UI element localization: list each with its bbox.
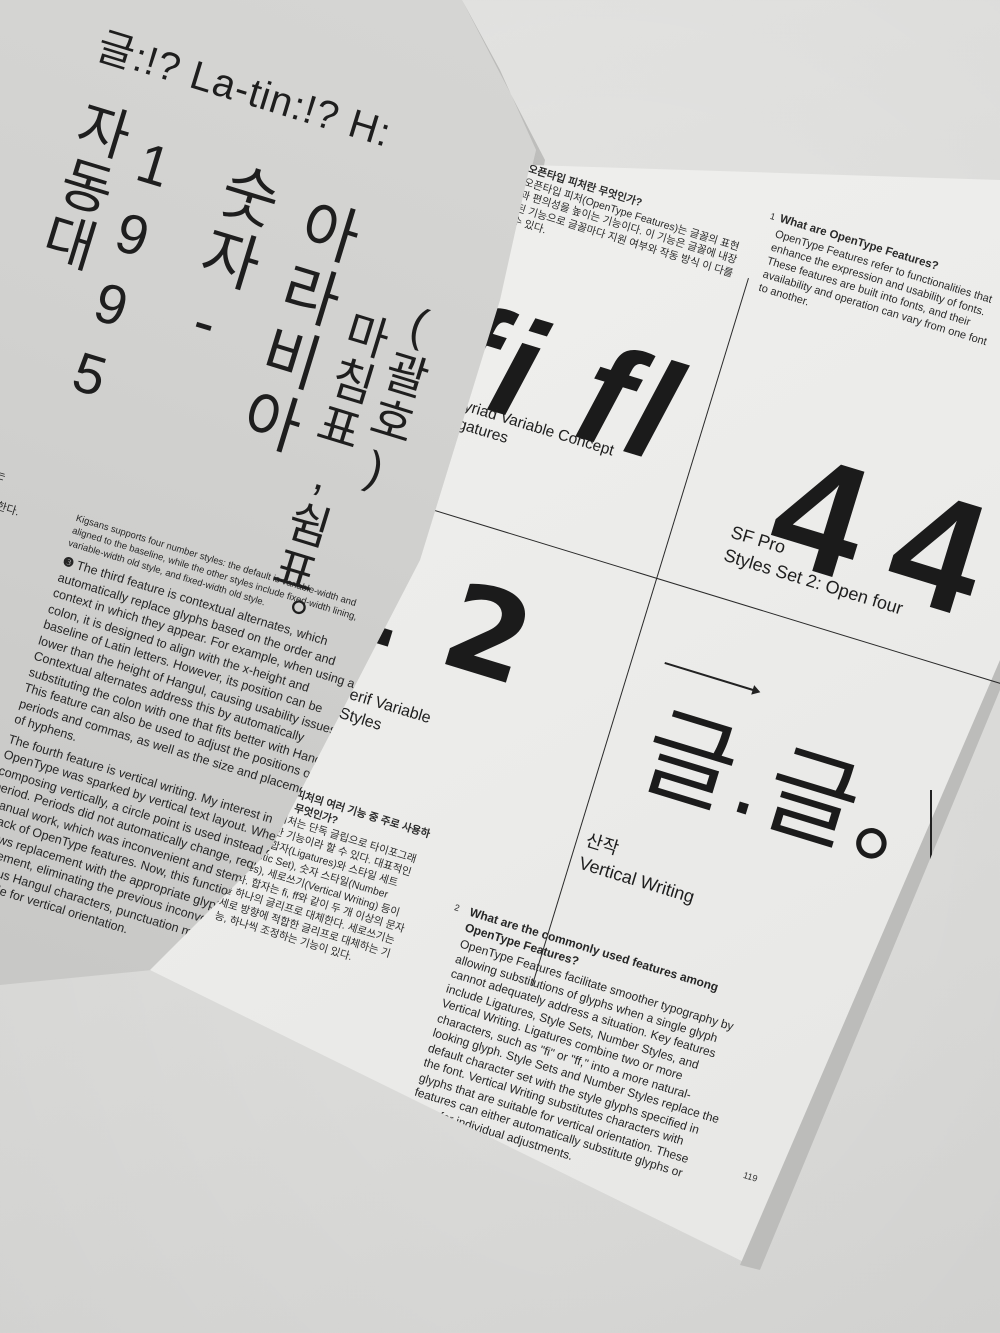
section-1: 1 What are OpenType Features? OpenType F…	[757, 211, 1000, 364]
page-number: 119	[742, 1170, 759, 1184]
left-korean-edge: 는 체한다. 에	[0, 460, 38, 558]
vertical-writing-caption: 산작 Vertical Writing	[576, 828, 705, 909]
section-2-number: 2	[453, 902, 461, 914]
marker-3: ❸	[61, 554, 76, 571]
korean-intro: 오픈타입 피처란 무엇인가? 오픈타입 피처(OpenType Features…	[510, 165, 750, 295]
